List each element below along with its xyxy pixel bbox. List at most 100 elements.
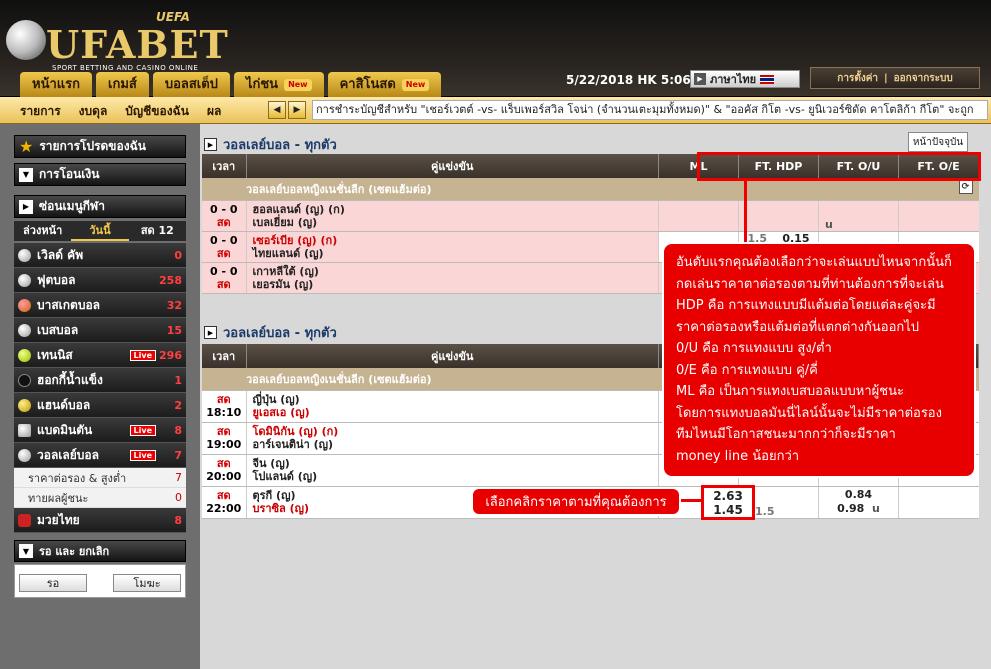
status: สด [216, 246, 231, 260]
refresh-icon[interactable]: ⟳ [958, 179, 973, 194]
sport-football[interactable]: ฟุตบอล 258 [14, 268, 186, 293]
play-icon: ▶ [204, 326, 217, 339]
kickoff-time: 18:10 [206, 406, 242, 419]
odds-value[interactable]: 0.98 [837, 502, 864, 515]
new-badge: New [401, 78, 430, 91]
sport-world-cup[interactable]: เวิลด์ คัพ 0 [14, 243, 186, 268]
current-page-button[interactable]: หน้าปัจจุบัน [908, 132, 968, 152]
volleyball-outright[interactable]: ทายผลผู้ชนะ 0 [14, 488, 186, 508]
hide-sports-label: ซ่อนเมนูกีฬา [39, 199, 105, 213]
home-team: ฮอลแลนด์ (ญ) (ก) [252, 202, 345, 216]
col-time: เวลา [202, 344, 247, 368]
boxing-glove-icon [18, 513, 31, 527]
transfer-label: การโอนเงิน [39, 167, 100, 181]
under-label: u [871, 502, 880, 515]
callout-line: money line น้อยกว่า [676, 448, 800, 464]
triangle-down-icon: ▼ [19, 167, 33, 182]
table-row: 0 - 0 สด ฮอลแลนด์ (ญ) (ก) เบลเยี่ยม (ญ) u [202, 200, 979, 232]
triangle-down-icon: ▼ [19, 544, 33, 558]
submenu-results[interactable]: ผล [207, 102, 221, 121]
league-name[interactable]: วอลเลย์บอลหญิงเนชั่นลีก (เซตแฮ้มต่อ) [246, 183, 432, 196]
sports-list: เวิลด์ คัพ 0 ฟุตบอล 258 บาสเกตบอล 32 เบสบอล… [14, 243, 186, 533]
submenu-my-account[interactable]: บัญชีของฉัน [125, 102, 189, 121]
sport-count: 0 [174, 248, 182, 262]
sport-basketball[interactable]: บาสเกตบอล 32 [14, 293, 186, 318]
pending-box: รอ โมฆะ [14, 564, 186, 598]
news-ticker[interactable]: การชำระบัญชีสำหรับ "เชอร์เวตต์ -vs- แร็บ… [312, 100, 988, 120]
tab-home[interactable]: หน้าแรก [20, 72, 92, 97]
tab-early[interactable]: ล่วงหน้า [14, 221, 71, 241]
sport-muay-thai[interactable]: มวยไทย 8 [14, 508, 186, 533]
status: สด [216, 393, 231, 406]
sport-count: 258 [159, 273, 182, 287]
sub-label: ทายผลผู้ชนะ [28, 491, 89, 505]
away-team: อาร์เจนติน่า (ญ) [252, 438, 334, 451]
separator: | [884, 72, 888, 84]
section-title: ▶ วอลเลย์บอล - ทุกตัว [204, 134, 337, 155]
pending-bar[interactable]: ▼ รอ และ ยกเลิก [14, 540, 186, 562]
pending-label: รอ และ ยกเลิก [39, 545, 110, 558]
tab-today[interactable]: วันนี้ [71, 221, 129, 241]
transfer-bar[interactable]: ▼ การโอนเงิน [14, 163, 186, 186]
ml-odds-highlight[interactable]: 2.63 1.45 [701, 485, 755, 520]
submenu-balance[interactable]: งบดุล [79, 102, 108, 121]
col-match: คู่แข่งขัน [246, 154, 659, 178]
header: UFABET UEFA SPORT BETTING AND CASINO ONL… [0, 0, 991, 97]
ml-home-odds[interactable]: 2.63 [713, 489, 743, 503]
play-icon: ▶ [204, 138, 217, 151]
pick-price-callout: เลือกคลิกราคาตามที่คุณต้องการ [471, 487, 681, 516]
home-team: จีน (ญ) [252, 457, 290, 470]
sport-baseball[interactable]: เบสบอล 15 [14, 318, 186, 343]
logout-link[interactable]: ออกจากระบบ [894, 71, 953, 86]
away-team: บราซิล (ญ) [252, 502, 310, 515]
live-badge: Live [129, 424, 156, 436]
submenu-statement[interactable]: รายการ [20, 102, 61, 121]
tab-cockfight[interactable]: ไก่ชน New [233, 72, 324, 97]
ticker-next-button[interactable]: ▶ [288, 101, 306, 119]
sport-badminton[interactable]: แบดมินตัน Live 8 [14, 418, 186, 443]
sport-volleyball[interactable]: วอลเลย์บอล Live 7 [14, 443, 186, 468]
left-sidebar: ★ รายการโปรดของฉัน ▼ การโอนเงิน ▶ ซ่อนเมนูก… [0, 124, 200, 669]
away-team: โปแลนด์ (ญ) [252, 470, 318, 483]
bet-type-highlight [697, 152, 981, 181]
volleyball-icon [18, 448, 31, 462]
sport-ice-hockey[interactable]: ฮอกกี้น้ำแข็ง 1 [14, 368, 186, 393]
tab-live-casino[interactable]: คาสิโนสด New [327, 72, 442, 97]
status: สด [216, 215, 231, 229]
odds-value[interactable]: 0.84 [845, 488, 872, 501]
settings-link[interactable]: การตั้งค่า [837, 71, 878, 86]
star-icon: ★ [19, 136, 34, 156]
sport-tennis[interactable]: เทนนิส Live 296 [14, 343, 186, 368]
sub-menu-bar: รายการ งบดุล บัญชีของฉัน ผล ◀ ▶ การชำระบ… [0, 97, 991, 124]
score: 0 - 0 [209, 264, 238, 278]
ufabet-logo[interactable]: UFABET UEFA SPORT BETTING AND CASINO ONL… [6, 8, 228, 72]
kickoff-time: 19:00 [206, 438, 242, 451]
hide-sports-bar[interactable]: ▶ ซ่อนเมนูกีฬา [14, 195, 186, 218]
section-title-text: วอลเลย์บอล - ทุกตัว [223, 326, 337, 341]
sport-count: 7 [174, 448, 182, 462]
tab-parlay[interactable]: บอลสเต็ป [152, 72, 230, 97]
sport-count: 1 [174, 373, 182, 387]
tab-live[interactable]: สด 12 [129, 221, 186, 241]
void-button[interactable]: โมฆะ [113, 574, 181, 592]
favorites-bar[interactable]: ★ รายการโปรดของฉัน [14, 135, 186, 158]
sport-handball[interactable]: แฮนด์บอล 2 [14, 393, 186, 418]
away-team: เยอรมัน (ญ) [252, 277, 314, 291]
sub-label: ราคาต่อรอง & สูงต่ำ [28, 471, 127, 485]
kickoff-time: 20:00 [206, 470, 242, 483]
trophy-icon [18, 248, 31, 262]
play-icon: ▶ [694, 73, 706, 85]
tab-games[interactable]: เกมส์ [96, 72, 149, 97]
callout-connector [744, 181, 747, 251]
away-team: ยูเอสเอ (ญ) [252, 406, 310, 419]
ticker-prev-button[interactable]: ◀ [268, 101, 286, 119]
sport-label: บาสเกตบอล [37, 297, 101, 312]
sport-count: 8 [174, 513, 182, 527]
sport-label: ฮอกกี้น้ำแข็ง [37, 372, 103, 387]
sport-count: 8 [174, 423, 182, 437]
pending-button[interactable]: รอ [19, 574, 87, 592]
callout-line: ทีมไหนมีโอกาสชนะมากกว่าก็จะมีราคา [676, 427, 896, 442]
language-select[interactable]: ▶ ภาษาไทย [690, 70, 800, 88]
ml-away-odds[interactable]: 1.45 [713, 503, 743, 517]
volleyball-handicap[interactable]: ราคาต่อรอง & สูงต่ำ 7 [14, 468, 186, 488]
